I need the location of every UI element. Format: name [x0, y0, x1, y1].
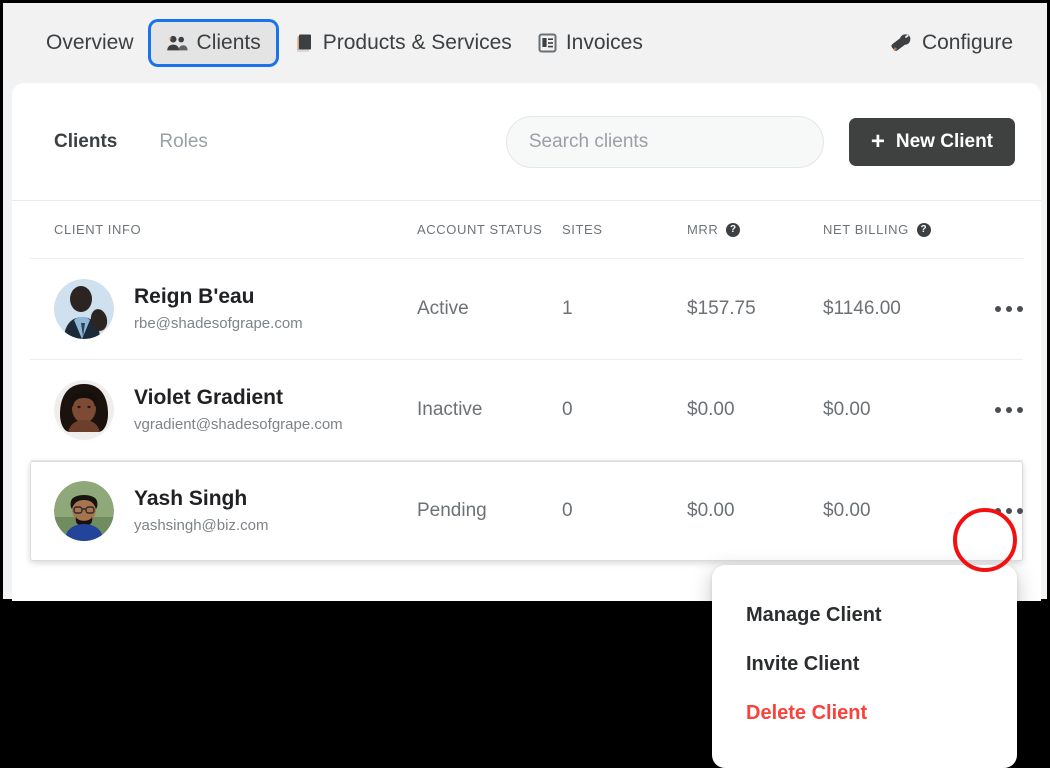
menu-item-label: Invite Client [746, 653, 860, 675]
clients-panel: Clients Roles + New Client Client Info [12, 83, 1041, 601]
kebab-dot [1006, 407, 1012, 413]
account-status: Inactive [417, 399, 483, 420]
invoice-icon [538, 33, 557, 53]
search-input[interactable] [528, 130, 801, 153]
nav-item-label: Products & Services [322, 31, 512, 54]
nav-item-products-services[interactable]: Products & Services [282, 22, 525, 64]
net-billing-value: $0.00 [823, 399, 871, 420]
sites-count: 0 [562, 399, 573, 420]
kebab-dot [995, 407, 1001, 413]
menu-item-label: Manage Client [746, 604, 882, 626]
configure-button[interactable]: Configure [889, 31, 1013, 55]
row-actions [983, 491, 1029, 531]
new-client-button[interactable]: + New Client [848, 117, 1015, 166]
help-icon[interactable]: ? [726, 222, 741, 237]
table-header-row: Client Info Account Status Sites MRR ? N… [30, 201, 1023, 259]
wrench-icon [889, 32, 912, 55]
nav-item-invoices[interactable]: Invoices [525, 22, 656, 64]
column-header-mrr: MRR ? [687, 222, 823, 237]
tab-clients[interactable]: Clients [54, 131, 117, 153]
nav-item-label: Invoices [565, 31, 643, 54]
sites-count: 0 [562, 500, 573, 521]
table-row[interactable]: Reign B'eau rbe@shadesofgrape.com Active… [30, 259, 1023, 360]
panel-header: Clients Roles + New Client [12, 83, 1041, 201]
nav-item-label: Overview [46, 31, 134, 54]
kebab-dot [1006, 306, 1012, 312]
net-billing-value: $0.00 [823, 500, 871, 521]
mrr-value: $0.00 [687, 399, 735, 420]
box-icon [295, 33, 314, 54]
client-info-cell: Reign B'eau rbe@shadesofgrape.com [54, 279, 417, 339]
kebab-dot [1017, 306, 1023, 312]
nav-item-label: Clients [196, 31, 261, 54]
kebab-dot [995, 508, 1001, 514]
column-header-client-info: Client Info [54, 222, 417, 237]
account-status: Pending [417, 500, 487, 521]
panel-tabs: Clients Roles [54, 131, 208, 153]
column-label: Account Status [417, 222, 543, 237]
client-identity: Violet Gradient vgradient@shadesofgrape.… [134, 384, 343, 437]
tab-label: Roles [159, 130, 208, 152]
nav-item-overview[interactable]: Overview [33, 22, 147, 64]
column-header-account-status: Account Status [417, 222, 562, 237]
client-email: rbe@shadesofgrape.com [134, 314, 303, 332]
avatar [54, 279, 114, 339]
client-name: Violet Gradient [134, 385, 283, 409]
top-navigation-bar: Overview Clients Products & Services Inv… [3, 3, 1047, 83]
table-row[interactable]: Violet Gradient vgradient@shadesofgrape.… [30, 360, 1023, 461]
column-label: MRR [687, 222, 719, 237]
mrr-value: $0.00 [687, 500, 735, 521]
client-identity: Reign B'eau rbe@shadesofgrape.com [134, 283, 303, 336]
menu-item-invite-client[interactable]: Invite Client [712, 640, 1017, 689]
nav-item-clients[interactable]: Clients [150, 22, 276, 64]
tab-roles[interactable]: Roles [159, 131, 208, 153]
row-actions [983, 390, 1029, 430]
client-email: vgradient@shadesofgrape.com [134, 415, 343, 433]
avatar [54, 481, 114, 541]
tab-label: Clients [54, 130, 118, 152]
row-context-menu: Manage Client Invite Client Delete Clien… [712, 565, 1017, 768]
column-label: Sites [562, 222, 603, 237]
row-kebab-menu-button[interactable] [989, 491, 1029, 531]
client-name: Reign B'eau [134, 284, 255, 308]
top-nav-items: Overview Clients Products & Services Inv… [33, 22, 656, 64]
app-window: Overview Clients Products & Services Inv… [0, 0, 1050, 602]
sites-count: 1 [562, 298, 573, 319]
client-email: yashsingh@biz.com [134, 516, 269, 534]
column-label: Client Info [54, 222, 142, 237]
help-icon[interactable]: ? [916, 222, 931, 237]
client-info-cell: Yash Singh yashsingh@biz.com [54, 481, 417, 541]
column-header-sites: Sites [562, 222, 687, 237]
clients-table: Client Info Account Status Sites MRR ? N… [12, 201, 1041, 561]
kebab-dot [1017, 508, 1023, 514]
configure-label: Configure [921, 31, 1013, 54]
row-kebab-menu-button[interactable] [989, 390, 1029, 430]
client-info-cell: Violet Gradient vgradient@shadesofgrape.… [54, 380, 417, 440]
client-name: Yash Singh [134, 486, 248, 510]
table-row[interactable]: Yash Singh yashsingh@biz.com Pending 0 $… [30, 461, 1023, 561]
row-kebab-menu-button[interactable] [989, 289, 1029, 329]
row-actions [983, 289, 1029, 329]
menu-item-manage-client[interactable]: Manage Client [712, 591, 1017, 640]
mrr-value: $157.75 [687, 298, 756, 319]
column-label: Net Billing [823, 222, 909, 237]
menu-item-delete-client[interactable]: Delete Client [712, 689, 1017, 738]
column-header-net-billing: Net Billing ? [823, 222, 983, 237]
kebab-dot [995, 306, 1001, 312]
kebab-dot [1017, 407, 1023, 413]
account-status: Active [417, 298, 469, 319]
avatar [54, 380, 114, 440]
menu-item-label: Delete Client [746, 702, 868, 724]
net-billing-value: $1146.00 [823, 298, 901, 319]
new-client-label: New Client [895, 130, 993, 152]
kebab-dot [1006, 508, 1012, 514]
users-icon [166, 34, 188, 52]
plus-icon: + [870, 127, 885, 155]
search-clients-box[interactable] [505, 115, 824, 168]
client-identity: Yash Singh yashsingh@biz.com [134, 485, 268, 538]
